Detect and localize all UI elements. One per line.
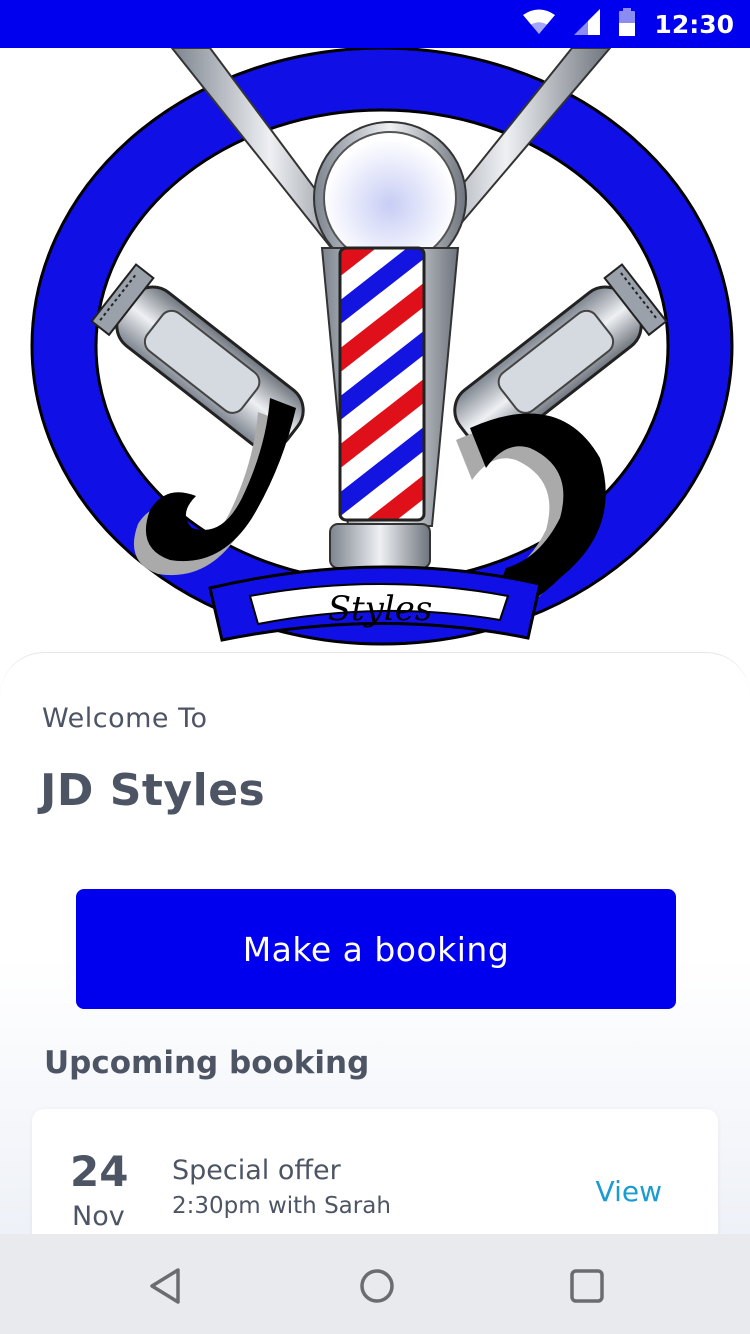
wifi-icon [522, 9, 556, 39]
booking-title: Special offer [172, 1155, 341, 1186]
booking-date-day: 24 [70, 1147, 129, 1196]
status-bar: 12:30 [0, 0, 750, 48]
recents-icon[interactable] [565, 1264, 609, 1308]
view-booking-link[interactable]: View [596, 1175, 662, 1208]
booking-date-month: Nov [72, 1201, 125, 1232]
shop-name: JD Styles [40, 765, 266, 816]
jd-styles-logo: Styles [30, 48, 734, 646]
home-icon[interactable] [355, 1264, 399, 1308]
make-booking-button[interactable]: Make a booking [76, 889, 676, 1009]
upcoming-booking-card[interactable]: 24 Nov Special offer 2:30pm with Sarah V… [32, 1109, 718, 1234]
status-icons: 12:30 [522, 0, 734, 48]
welcome-label: Welcome To [42, 703, 208, 734]
logo-wordmark: Styles [328, 589, 433, 629]
battery-icon [618, 8, 636, 40]
content-card: Welcome To JD Styles Make a booking Upco… [0, 652, 750, 1234]
upcoming-booking-heading: Upcoming booking [44, 1045, 370, 1081]
back-icon[interactable] [144, 1264, 188, 1308]
navigation-bar [0, 1234, 750, 1334]
signal-icon [574, 9, 601, 39]
logo-area: Styles [0, 48, 750, 654]
booking-detail: 2:30pm with Sarah [172, 1193, 391, 1219]
status-time: 12:30 [654, 9, 734, 39]
